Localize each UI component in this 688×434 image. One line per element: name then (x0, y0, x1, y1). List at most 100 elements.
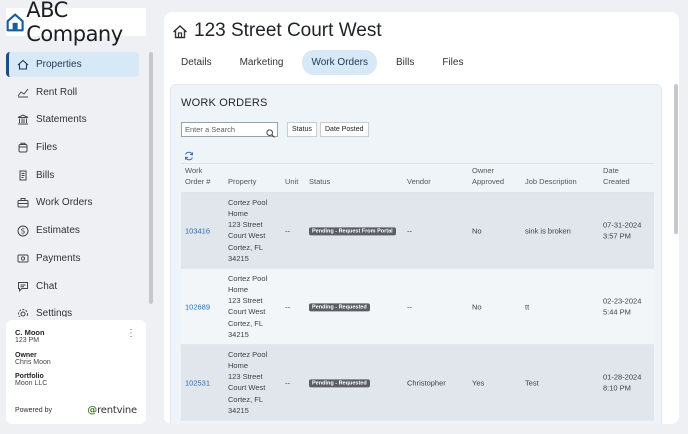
tab-bills[interactable]: Bills (387, 50, 423, 75)
time-value: 3:57 PM (603, 231, 631, 241)
job-description-cell: Test (525, 377, 539, 387)
sidebar-item-rent-roll[interactable]: Rent Roll (6, 80, 139, 105)
owner-label: Owner (15, 352, 37, 359)
table-body: 103416 Cortez Pool Home 123 Street Court… (181, 193, 654, 421)
sidebar-item-estimates[interactable]: $ Estimates (6, 218, 139, 243)
column-owner-approved[interactable]: Owner Approved (472, 165, 504, 187)
sidebar-item-settings[interactable]: Settings (6, 301, 139, 317)
address-line: Court West (228, 231, 266, 241)
sidebar-item-work-orders[interactable]: Work Orders (6, 190, 139, 215)
vendor-cell: Christopher (407, 377, 446, 387)
table-row[interactable]: 102689 Cortez Pool Home 123 Street Court… (181, 269, 654, 345)
chat-icon (16, 280, 30, 292)
property-address: Cortez Pool Home 123 Street Court West C… (228, 197, 267, 265)
work-order-number-link[interactable]: 102689 (185, 301, 210, 312)
property-tabs: Details Marketing Work Orders Bills File… (172, 50, 482, 75)
main-scrollbar[interactable] (674, 84, 678, 234)
date-value: 02-23-2024 (603, 296, 642, 306)
column-status[interactable]: Status (309, 176, 330, 187)
column-label: Order # (185, 177, 211, 186)
time-value: 8:10 PM (603, 383, 631, 393)
owner-approved-cell: No (472, 301, 482, 311)
sidebar-item-label: Chat (36, 280, 58, 292)
status-badge: Pending - Requested (309, 302, 370, 311)
toolbox-icon (16, 197, 30, 209)
work-order-number-link[interactable]: 102531 (185, 377, 210, 388)
address-line: Cortez, FL (228, 394, 264, 404)
sidebar-item-label: Properties (36, 59, 82, 70)
sidebar-item-payments[interactable]: Payments (6, 246, 139, 271)
folder-icon (16, 142, 30, 154)
date-created-cell: 07-31-2024 3:57 PM (603, 219, 641, 242)
rentvine-wordmark: rentvine (97, 405, 137, 416)
column-work-order[interactable]: Work Order # (185, 165, 210, 187)
work-orders-panel: WORK ORDERS Status Date Posted Work Order… (170, 84, 662, 424)
table-header: Work Order # Property Unit Status Vendor … (181, 163, 654, 193)
unit-cell: -- (285, 301, 290, 311)
tab-files[interactable]: Files (433, 50, 472, 75)
column-label: Approved (472, 177, 505, 186)
address-line: 123 Street (228, 220, 263, 230)
tab-work-orders[interactable]: Work Orders (302, 50, 377, 75)
bank-icon (16, 114, 30, 126)
address-line: Cortez Pool (228, 273, 268, 283)
address-line: Court West (228, 383, 266, 393)
status-filter-button[interactable]: Status (287, 122, 317, 137)
powered-by-label: Powered by (15, 407, 52, 414)
work-orders-table: Work Order # Property Unit Status Vendor … (181, 163, 654, 421)
job-description-cell: tt (525, 301, 530, 311)
column-label: Created (603, 177, 630, 186)
table-row[interactable]: 102531 Cortez Pool Home 123 Street Court… (181, 345, 654, 421)
work-orders-title: WORK ORDERS (181, 97, 268, 109)
time-value: 5:44 PM (603, 307, 631, 317)
sidebar-item-chat[interactable]: Chat (6, 274, 139, 299)
payment-icon (16, 252, 30, 264)
address-line: 123 Street (228, 372, 263, 382)
date-posted-filter-button[interactable]: Date Posted (320, 122, 369, 137)
page-title: 123 Street Court West (172, 20, 382, 42)
search-input[interactable] (181, 122, 278, 137)
owner-approved-cell: Yes (472, 377, 485, 387)
column-vendor[interactable]: Vendor (407, 176, 431, 187)
sidebar-item-files[interactable]: Files (6, 135, 139, 160)
address-line: Home (228, 360, 249, 370)
column-job-description[interactable]: Job Description (525, 176, 577, 187)
account-name: C. Moon (15, 328, 45, 337)
property-address: Cortez Pool Home 123 Street Court West C… (228, 349, 267, 417)
column-date-created[interactable]: Date Created (603, 165, 630, 187)
rentvine-logo[interactable]: @rentvine (87, 405, 137, 416)
portfolio-value: Moon LLC (15, 380, 48, 387)
receipt-icon (16, 169, 30, 181)
house-logo-icon (6, 13, 24, 32)
status-badge: Pending - Request From Portal (309, 226, 396, 235)
table-row[interactable]: 103416 Cortez Pool Home 123 Street Court… (181, 193, 654, 269)
more-options-icon[interactable]: ⋮ (126, 328, 136, 339)
sidebar-item-properties[interactable]: Properties (6, 52, 139, 77)
search-icon[interactable] (266, 125, 275, 143)
status-cell: Pending - Requested (309, 376, 370, 389)
address-line: Court West (228, 307, 266, 317)
status-cell: Pending - Request From Portal (309, 224, 396, 237)
tab-details[interactable]: Details (172, 50, 221, 75)
property-address: Cortez Pool Home 123 Street Court West C… (228, 273, 267, 341)
sidebar-item-bills[interactable]: Bills (6, 163, 139, 188)
unit-cell: -- (285, 225, 290, 235)
sidebar-item-statements[interactable]: Statements (6, 107, 139, 132)
column-property[interactable]: Property (228, 176, 256, 187)
home-icon (16, 59, 30, 71)
date-created-cell: 02-23-2024 5:44 PM (603, 295, 641, 318)
logo-text: ABC Company (26, 0, 123, 46)
sidebar-nav: Properties Rent Roll Statements Files Bi… (6, 52, 139, 317)
address-line: Cortez, FL (228, 318, 264, 328)
work-order-number-link[interactable]: 103416 (185, 225, 210, 236)
status-cell: Pending - Requested (309, 300, 370, 313)
address-line: Cortez, FL (228, 242, 264, 252)
tab-marketing[interactable]: Marketing (231, 50, 293, 75)
address-line: Home (228, 284, 249, 294)
portfolio-label: Portfolio (15, 373, 44, 380)
company-logo[interactable]: ABC Company (6, 0, 146, 46)
sidebar-scrollbar[interactable] (149, 52, 153, 304)
job-description-cell: sink is broken (525, 225, 571, 235)
column-unit[interactable]: Unit (285, 176, 298, 187)
svg-text:$: $ (21, 226, 26, 235)
